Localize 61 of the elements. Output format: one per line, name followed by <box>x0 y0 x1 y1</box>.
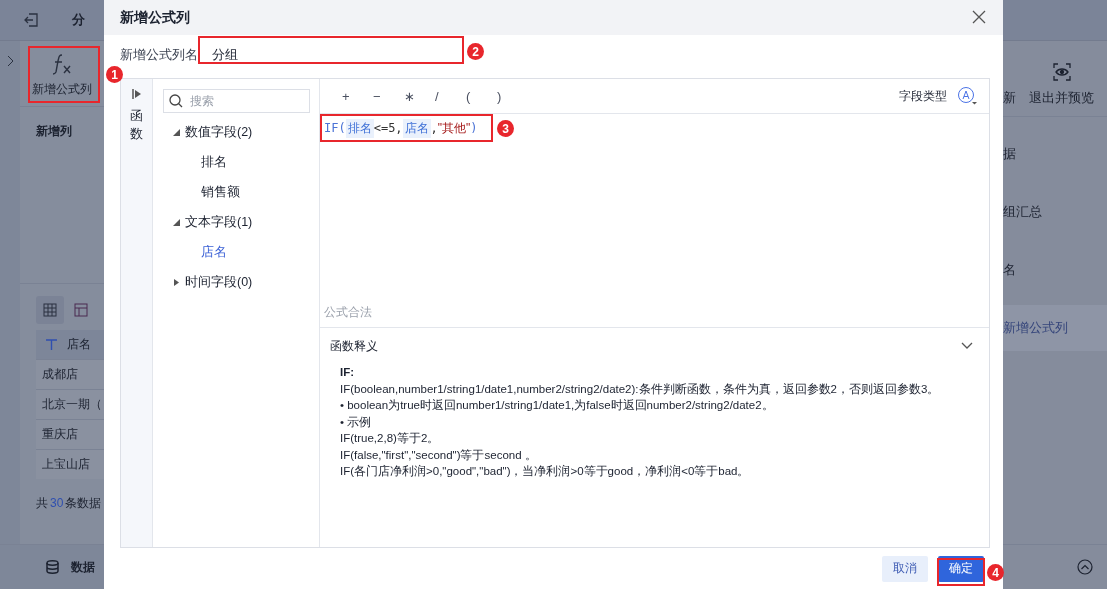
text-type-icon <box>46 339 57 350</box>
row-count: 共 30 条数据 <box>36 495 103 512</box>
field-label: 新增公式列名 <box>120 46 198 64</box>
layout-view-icon[interactable] <box>74 303 88 317</box>
cancel-button[interactable]: 取消 <box>882 555 928 582</box>
eye-icon <box>1052 63 1071 81</box>
tab-title[interactable]: 分 <box>72 11 85 29</box>
help-text: IF(boolean,number1/string1/date1,number2/string2/date2):条件判断函数，条件为真，返回参数2，否则返回参数3。 <box>340 381 941 397</box>
tree-item[interactable]: 店名 <box>163 237 310 267</box>
operator-button[interactable]: + <box>340 88 371 104</box>
data-tab[interactable]: 数据 <box>0 544 104 589</box>
tree-group[interactable]: 文本字段(1) <box>163 207 310 237</box>
section-title: 函数释义 <box>330 337 378 355</box>
field-token: 排名 <box>345 119 374 138</box>
functions-tab[interactable]: 函数 <box>130 107 143 144</box>
highlight-frame <box>937 558 985 586</box>
step-item[interactable]: 据 <box>1003 125 1107 183</box>
operator-button[interactable]: ∗ <box>402 88 433 104</box>
exit-icon[interactable] <box>24 13 38 27</box>
formula-text: ) <box>470 120 478 137</box>
caret-right-icon[interactable] <box>173 278 180 286</box>
field-token: 店名 <box>402 119 431 138</box>
caret-down-icon[interactable] <box>173 218 180 226</box>
formula-text: "其他" <box>437 120 471 137</box>
help-text: IF(true,2,8)等于2。 <box>340 431 441 446</box>
step-item[interactable]: 名 <box>1003 241 1107 299</box>
formula-text: , <box>430 120 438 137</box>
expand-panel-icon[interactable] <box>131 89 142 99</box>
add-formula-column-button[interactable]: 新增公式列 <box>20 41 104 106</box>
operator-button[interactable]: ) <box>495 88 526 104</box>
search-field[interactable]: 搜索 <box>163 89 310 113</box>
operator-button[interactable]: − <box>371 88 402 104</box>
collapse-up-icon[interactable] <box>1077 559 1093 575</box>
help-text: • 示例 <box>340 414 373 430</box>
field-type-label: 字段类型 <box>899 87 947 105</box>
operator-button[interactable]: / <box>433 88 464 104</box>
tree-item[interactable]: 销售额 <box>163 177 310 207</box>
chevron-right-icon[interactable] <box>6 55 14 67</box>
grid-view-icon[interactable] <box>36 296 64 324</box>
help-heading: IF: <box>340 365 356 380</box>
field-type-icon[interactable] <box>957 86 977 106</box>
tree-item[interactable]: 排名 <box>163 147 310 177</box>
formula-status: 公式合法 <box>320 304 989 328</box>
dialog-title: 新增公式列 <box>120 8 190 27</box>
help-text: • boolean为true时返回number1/string1/date1,为false时返回number2/string2/date2。 <box>340 398 775 413</box>
formula-text: <=5, <box>373 120 403 137</box>
tree-group[interactable]: 时间字段(0) <box>163 267 310 297</box>
section-title: 新增列 <box>36 123 72 140</box>
close-icon[interactable] <box>971 9 987 26</box>
database-icon <box>46 560 59 574</box>
caret-down-icon[interactable] <box>173 128 180 136</box>
help-text: IF(各门店净利润>0,"good","bad")，当净利润>0等于good，净利润<0等于bad。 <box>340 464 751 479</box>
highlight-frame <box>28 46 100 103</box>
help-text: IF(false,"first","second")等于second 。 <box>340 447 538 463</box>
exit-preview-button[interactable]: 退出并预览 <box>1029 63 1094 107</box>
toolbar-label[interactable]: 新 <box>1003 89 1021 107</box>
tree-group[interactable]: 数值字段(2) <box>163 117 310 147</box>
operator-button[interactable]: ( <box>464 88 495 104</box>
formula-text: IF( <box>324 120 346 137</box>
formula-icon <box>50 53 74 75</box>
step-item[interactable]: 组汇总 <box>1003 183 1107 241</box>
